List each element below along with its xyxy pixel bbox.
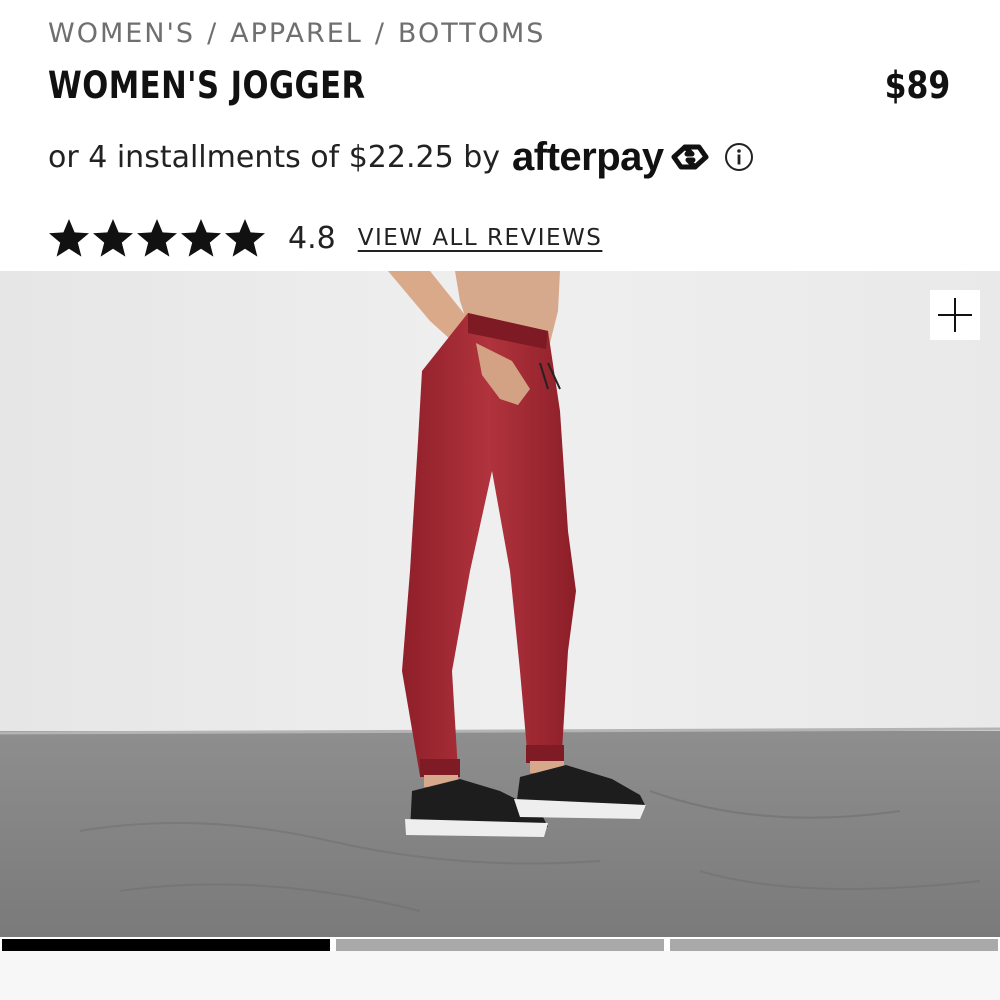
star-icon — [225, 219, 265, 257]
breadcrumb-item-womens[interactable]: WOMEN'S — [48, 18, 195, 49]
rating-value: 4.8 — [288, 220, 336, 256]
product-image[interactable] — [0, 271, 1000, 937]
afterpay-arrows-icon — [671, 144, 709, 170]
carousel-indicators — [2, 939, 998, 951]
afterpay-logo: afterpay — [512, 135, 712, 180]
star-icon — [181, 219, 221, 257]
breadcrumb: WOMEN'S / APPAREL / BOTTOMS — [48, 18, 545, 49]
product-price: $89 — [884, 64, 950, 107]
breadcrumb-item-bottoms[interactable]: BOTTOMS — [398, 18, 546, 49]
view-all-reviews-link[interactable]: VIEW ALL REVIEWS — [358, 225, 603, 251]
breadcrumb-separator: / — [207, 18, 219, 49]
carousel-indicator-3[interactable] — [670, 939, 998, 951]
rating-row: 4.8 VIEW ALL REVIEWS — [48, 214, 602, 262]
star-rating — [48, 217, 266, 259]
product-photo — [0, 271, 1000, 937]
info-circle-icon[interactable] — [724, 142, 754, 172]
carousel-indicator-2[interactable] — [336, 939, 664, 951]
product-title: WOMEN'S JOGGER — [48, 64, 366, 107]
plus-icon — [938, 298, 972, 332]
star-icon — [93, 219, 133, 257]
zoom-button[interactable] — [930, 290, 980, 340]
installments-row: or 4 installments of $22.25 by afterpay — [48, 134, 754, 180]
star-icon — [49, 219, 89, 257]
carousel-indicator-1[interactable] — [2, 939, 330, 951]
page-footer-strip — [0, 951, 1000, 1000]
star-icon — [137, 219, 177, 257]
installments-text: or 4 installments of $22.25 by — [48, 139, 501, 175]
breadcrumb-item-apparel[interactable]: APPAREL — [230, 18, 363, 49]
afterpay-wordmark: afterpay — [512, 134, 664, 179]
breadcrumb-separator: / — [374, 18, 386, 49]
